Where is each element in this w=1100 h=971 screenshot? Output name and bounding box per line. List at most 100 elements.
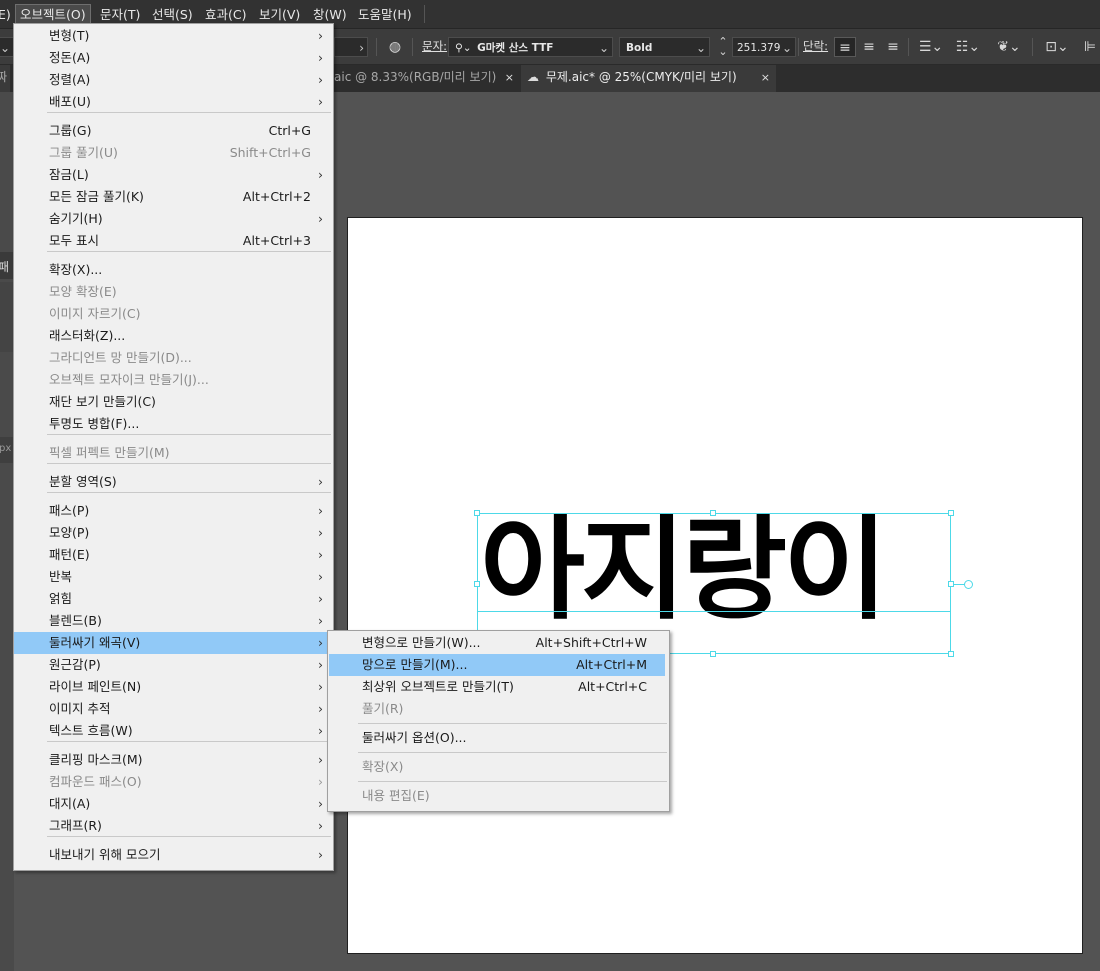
align-left-icon[interactable]: ≡ bbox=[834, 37, 856, 57]
menu-item: 컴파운드 패스(O) › bbox=[14, 771, 331, 793]
chevron-right-icon: › bbox=[318, 167, 323, 182]
menu-item[interactable]: 얽힘 › bbox=[14, 588, 331, 610]
submenu-item[interactable]: 최상위 오브젝트로 만들기(T) Alt+Ctrl+C bbox=[328, 676, 667, 698]
menu-item[interactable]: 내보내기 위해 모으기 › bbox=[14, 844, 331, 866]
menu-item[interactable]: 패턴(E) › bbox=[14, 544, 331, 566]
align-objects-icon[interactable]: ⊫ bbox=[1080, 37, 1100, 57]
opacity-field[interactable]: › bbox=[334, 37, 368, 57]
menu-window[interactable]: 창(W) bbox=[309, 5, 351, 24]
numbered-list-icon[interactable]: ☷⌄ bbox=[950, 37, 986, 57]
menu-item[interactable]: 둘러싸기 왜곡(V) › bbox=[14, 632, 331, 654]
menu-item[interactable]: 배포(U) › bbox=[14, 91, 331, 113]
handle-middle-right[interactable] bbox=[948, 581, 954, 587]
chevron-right-icon: › bbox=[318, 635, 323, 650]
menu-separator bbox=[47, 741, 331, 742]
tab-document-1[interactable]: aic @ 8.33%(RGB/미리 보기) × bbox=[332, 65, 520, 92]
menu-separator bbox=[358, 752, 667, 753]
tab-partial[interactable]: 짜 bbox=[0, 65, 10, 92]
menu-separator bbox=[47, 251, 331, 252]
menu-item[interactable]: 숨기기(H) › bbox=[14, 208, 331, 230]
stroke-dropdown[interactable]: ⌄ bbox=[0, 37, 14, 57]
menu-item[interactable]: 그룹(G) Ctrl+G bbox=[14, 120, 331, 142]
submenu-item[interactable]: 망으로 만들기(M)... Alt+Ctrl+M bbox=[329, 654, 665, 676]
submenu-item[interactable]: 변형으로 만들기(W)... Alt+Shift+Ctrl+W bbox=[328, 632, 667, 654]
submenu-item[interactable]: 둘러싸기 옵션(O)... bbox=[328, 727, 667, 749]
close-icon[interactable]: × bbox=[761, 65, 770, 90]
menu-item[interactable]: 이미지 추적 › bbox=[14, 698, 331, 720]
panel-tab[interactable]: 패 bbox=[0, 252, 14, 279]
handle-middle-left[interactable] bbox=[474, 581, 480, 587]
character-label[interactable]: 문자: bbox=[422, 38, 447, 54]
menu-item[interactable]: 반복 › bbox=[14, 566, 331, 588]
stepper-icon[interactable]: ⌃ ⌄ bbox=[715, 36, 731, 57]
menu-item-label: 반복 bbox=[49, 569, 73, 584]
handle-top-right[interactable] bbox=[948, 510, 954, 516]
menu-item[interactable]: 패스(P) › bbox=[14, 500, 331, 522]
chevron-right-icon: › bbox=[318, 701, 323, 716]
menu-separator bbox=[47, 463, 331, 464]
font-size-field[interactable]: 251.379 ⌄ bbox=[732, 37, 796, 57]
menu-item: 그라디언트 망 만들기(D)... bbox=[14, 347, 331, 369]
font-size-value: 251.379 bbox=[737, 42, 781, 54]
menu-select[interactable]: 선택(S) bbox=[148, 5, 197, 24]
tab-label: 짜 bbox=[0, 70, 8, 84]
menu-item[interactable]: 잠금(L) › bbox=[14, 164, 331, 186]
recolor-icon[interactable]: ◍ bbox=[385, 37, 405, 57]
menu-item-label: 모든 잠금 풀기(K) bbox=[49, 189, 144, 204]
submenu-item-shortcut: Alt+Ctrl+C bbox=[578, 679, 647, 694]
menu-edit[interactable]: E) bbox=[0, 5, 15, 24]
menu-item[interactable]: 대지(A) › bbox=[14, 793, 331, 815]
submenu-item-label: 최상위 오브젝트로 만들기(T) bbox=[362, 679, 514, 694]
menu-item[interactable]: 라이브 페인트(N) › bbox=[14, 676, 331, 698]
chevron-down-icon: ⌄ bbox=[0, 41, 10, 55]
transform-icon[interactable]: ⊡⌄ bbox=[1040, 37, 1074, 57]
baseline-guide bbox=[477, 611, 951, 612]
font-style-dropdown[interactable]: Bold ⌄ bbox=[619, 37, 710, 57]
menu-item[interactable]: 클리핑 마스크(M) › bbox=[14, 749, 331, 771]
menu-separator bbox=[358, 723, 667, 724]
handle-bottom-right[interactable] bbox=[948, 651, 954, 657]
menu-item[interactable]: 원근감(P) › bbox=[14, 654, 331, 676]
menu-separator bbox=[358, 781, 667, 782]
menu-item[interactable]: 투명도 병합(F)... bbox=[14, 413, 331, 435]
handle-bottom-center[interactable] bbox=[710, 651, 716, 657]
paragraph-label[interactable]: 단락: bbox=[803, 38, 828, 54]
tab-document-2[interactable]: ☁ 무제.aic* @ 25%(CMYK/미리 보기) × bbox=[521, 65, 776, 92]
menu-item-label: 라이브 페인트(N) bbox=[49, 679, 142, 694]
menu-item[interactable]: 모양(P) › bbox=[14, 522, 331, 544]
font-family-dropdown[interactable]: ⚲⌄ G마켓 산스 TTF ⌄ bbox=[448, 37, 613, 57]
close-icon[interactable]: × bbox=[505, 65, 514, 90]
submenu-item: 내용 편집(E) bbox=[328, 785, 667, 807]
menu-item[interactable]: 그래프(R) › bbox=[14, 815, 331, 837]
text-port-handle[interactable] bbox=[964, 580, 973, 589]
menubar-divider bbox=[424, 5, 425, 23]
menu-item[interactable]: 모든 잠금 풀기(K) Alt+Ctrl+2 bbox=[14, 186, 331, 208]
menu-item-label: 재단 보기 만들기(C) bbox=[49, 394, 156, 409]
menu-help[interactable]: 도움말(H) bbox=[354, 5, 416, 24]
submenu-item-label: 내용 편집(E) bbox=[362, 788, 430, 803]
menu-item[interactable]: 모두 표시 Alt+Ctrl+3 bbox=[14, 230, 331, 252]
menu-item[interactable]: 정렬(A) › bbox=[14, 69, 331, 91]
menu-item[interactable]: 확장(X)... bbox=[14, 259, 331, 281]
menu-item[interactable]: 분할 영역(S) › bbox=[14, 471, 331, 493]
submenu-item-label: 풀기(R) bbox=[362, 701, 404, 716]
handle-top-left[interactable] bbox=[474, 510, 480, 516]
menu-view[interactable]: 보기(V) bbox=[255, 5, 304, 24]
menu-item-label: 분할 영역(S) bbox=[49, 474, 117, 489]
menu-item[interactable]: 재단 보기 만들기(C) bbox=[14, 391, 331, 413]
envelope-warp-icon[interactable]: ❦⌄ bbox=[992, 37, 1026, 57]
menu-object[interactable]: 오브젝트(O) bbox=[15, 4, 91, 25]
align-center-icon[interactable]: ≡ bbox=[858, 37, 880, 57]
bullets-icon[interactable]: ☰⌄ bbox=[914, 37, 948, 57]
submenu-item-label: 확장(X) bbox=[362, 759, 404, 774]
handle-top-center[interactable] bbox=[710, 510, 716, 516]
menu-item[interactable]: 래스터화(Z)... bbox=[14, 325, 331, 347]
menu-type[interactable]: 문자(T) bbox=[96, 5, 144, 24]
menu-item[interactable]: 변형(T) › bbox=[14, 25, 331, 47]
menu-effect[interactable]: 효과(C) bbox=[201, 5, 250, 24]
chevron-down-icon: ⌄ bbox=[695, 41, 706, 55]
menu-item[interactable]: 텍스트 흐름(W) › bbox=[14, 720, 331, 742]
menu-item[interactable]: 블렌드(B) › bbox=[14, 610, 331, 632]
menu-item[interactable]: 정돈(A) › bbox=[14, 47, 331, 69]
align-right-icon[interactable]: ≡ bbox=[882, 37, 904, 57]
